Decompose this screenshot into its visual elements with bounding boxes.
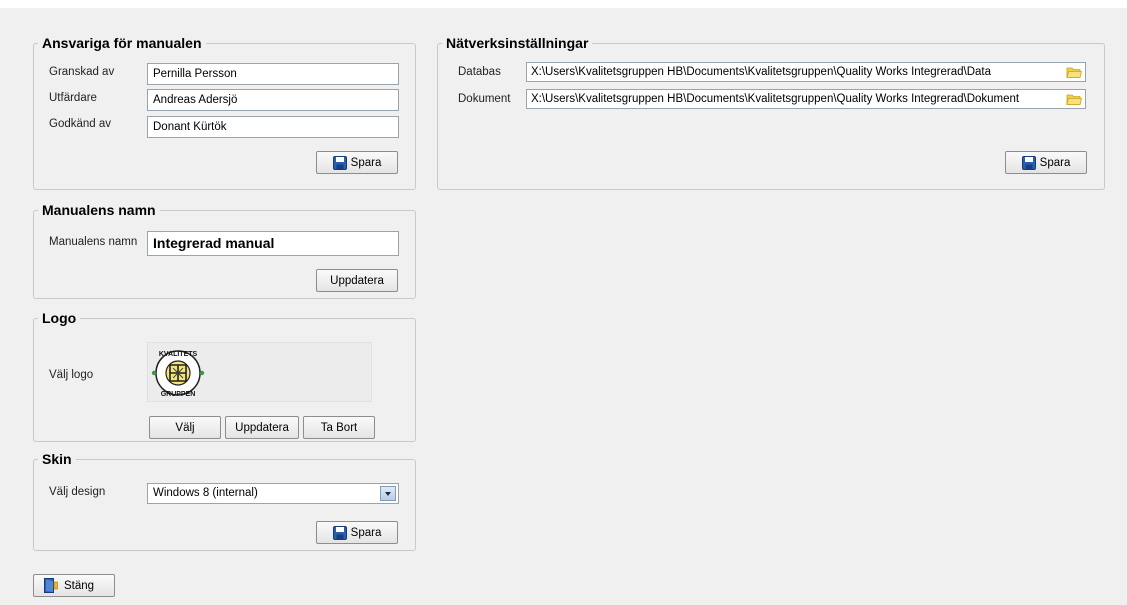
network-group: Nätverksinställningar Databas X:\Users\K… <box>437 36 1105 190</box>
chevron-down-icon[interactable] <box>380 486 396 501</box>
design-select-value: Windows 8 (internal) <box>153 487 258 499</box>
manual-name-field[interactable]: Integrerad manual <box>147 231 399 256</box>
manual-name-group: Manualens namn Manualens namn Integrerad… <box>33 203 416 299</box>
manual-name-update-button[interactable]: Uppdatera <box>316 269 398 292</box>
documents-path-text: X:\Users\Kvalitetsgruppen HB\Documents\K… <box>531 93 1020 105</box>
company-logo: KVALITETS GRUPPEN <box>151 350 205 398</box>
design-select[interactable]: Windows 8 (internal) <box>147 483 399 504</box>
approved-by-label: Godkänd av <box>49 118 112 130</box>
save-disk-icon <box>332 155 347 170</box>
choose-design-label: Välj design <box>49 486 106 498</box>
save-disk-icon <box>332 525 347 540</box>
responsible-group: Ansvariga för manualen Granskad av Perni… <box>33 36 416 190</box>
manual-name-label: Manualens namn <box>49 236 138 248</box>
logo-group-title: Logo <box>42 310 77 326</box>
network-save-label: Spara <box>1039 156 1071 169</box>
responsible-group-title: Ansvariga för manualen <box>42 35 202 51</box>
skin-save-label: Spara <box>350 526 382 539</box>
remove-logo-button[interactable]: Ta Bort <box>303 416 375 439</box>
choose-logo-label: Välj logo <box>49 369 94 381</box>
save-disk-icon <box>1021 155 1036 170</box>
documents-path-field[interactable]: X:\Users\Kvalitetsgruppen HB\Documents\K… <box>526 89 1086 109</box>
skin-save-button[interactable]: Spara <box>316 521 398 544</box>
responsible-save-label: Spara <box>350 156 382 169</box>
database-path-text: X:\Users\Kvalitetsgruppen HB\Documents\K… <box>531 66 991 78</box>
database-label: Databas <box>458 66 501 78</box>
close-label: Stäng <box>64 579 95 592</box>
update-logo-button[interactable]: Uppdatera <box>225 416 299 439</box>
svg-text:KVALITETS: KVALITETS <box>159 351 198 358</box>
skin-group-title: Skin <box>42 451 72 467</box>
database-path-field[interactable]: X:\Users\Kvalitetsgruppen HB\Documents\K… <box>526 62 1086 82</box>
exit-door-icon <box>44 578 58 593</box>
logo-group: Logo Välj logo KVALITETS GRUPPEN Välj Up… <box>33 311 416 442</box>
reviewed-by-field[interactable]: Pernilla Persson <box>147 63 399 85</box>
svg-text:GRUPPEN: GRUPPEN <box>161 391 196 398</box>
manual-name-group-title: Manualens namn <box>42 202 156 218</box>
documents-label: Dokument <box>458 93 511 105</box>
issuer-field[interactable]: Andreas Adersjö <box>147 89 399 111</box>
approved-by-field[interactable]: Donant Kürtök <box>147 116 399 138</box>
folder-icon[interactable] <box>1066 66 1082 79</box>
responsible-save-button[interactable]: Spara <box>316 151 398 174</box>
network-group-title: Nätverksinställningar <box>446 35 589 51</box>
skin-group: Skin Välj design Windows 8 (internal) Sp… <box>33 452 416 551</box>
choose-logo-button[interactable]: Välj <box>149 416 221 439</box>
reviewed-by-label: Granskad av <box>49 66 115 78</box>
close-button[interactable]: Stäng <box>33 574 115 597</box>
top-strip <box>0 0 1127 8</box>
issuer-label: Utfärdare <box>49 92 97 104</box>
folder-icon[interactable] <box>1066 93 1082 106</box>
logo-preview: KVALITETS GRUPPEN <box>147 342 372 402</box>
network-save-button[interactable]: Spara <box>1005 151 1087 174</box>
